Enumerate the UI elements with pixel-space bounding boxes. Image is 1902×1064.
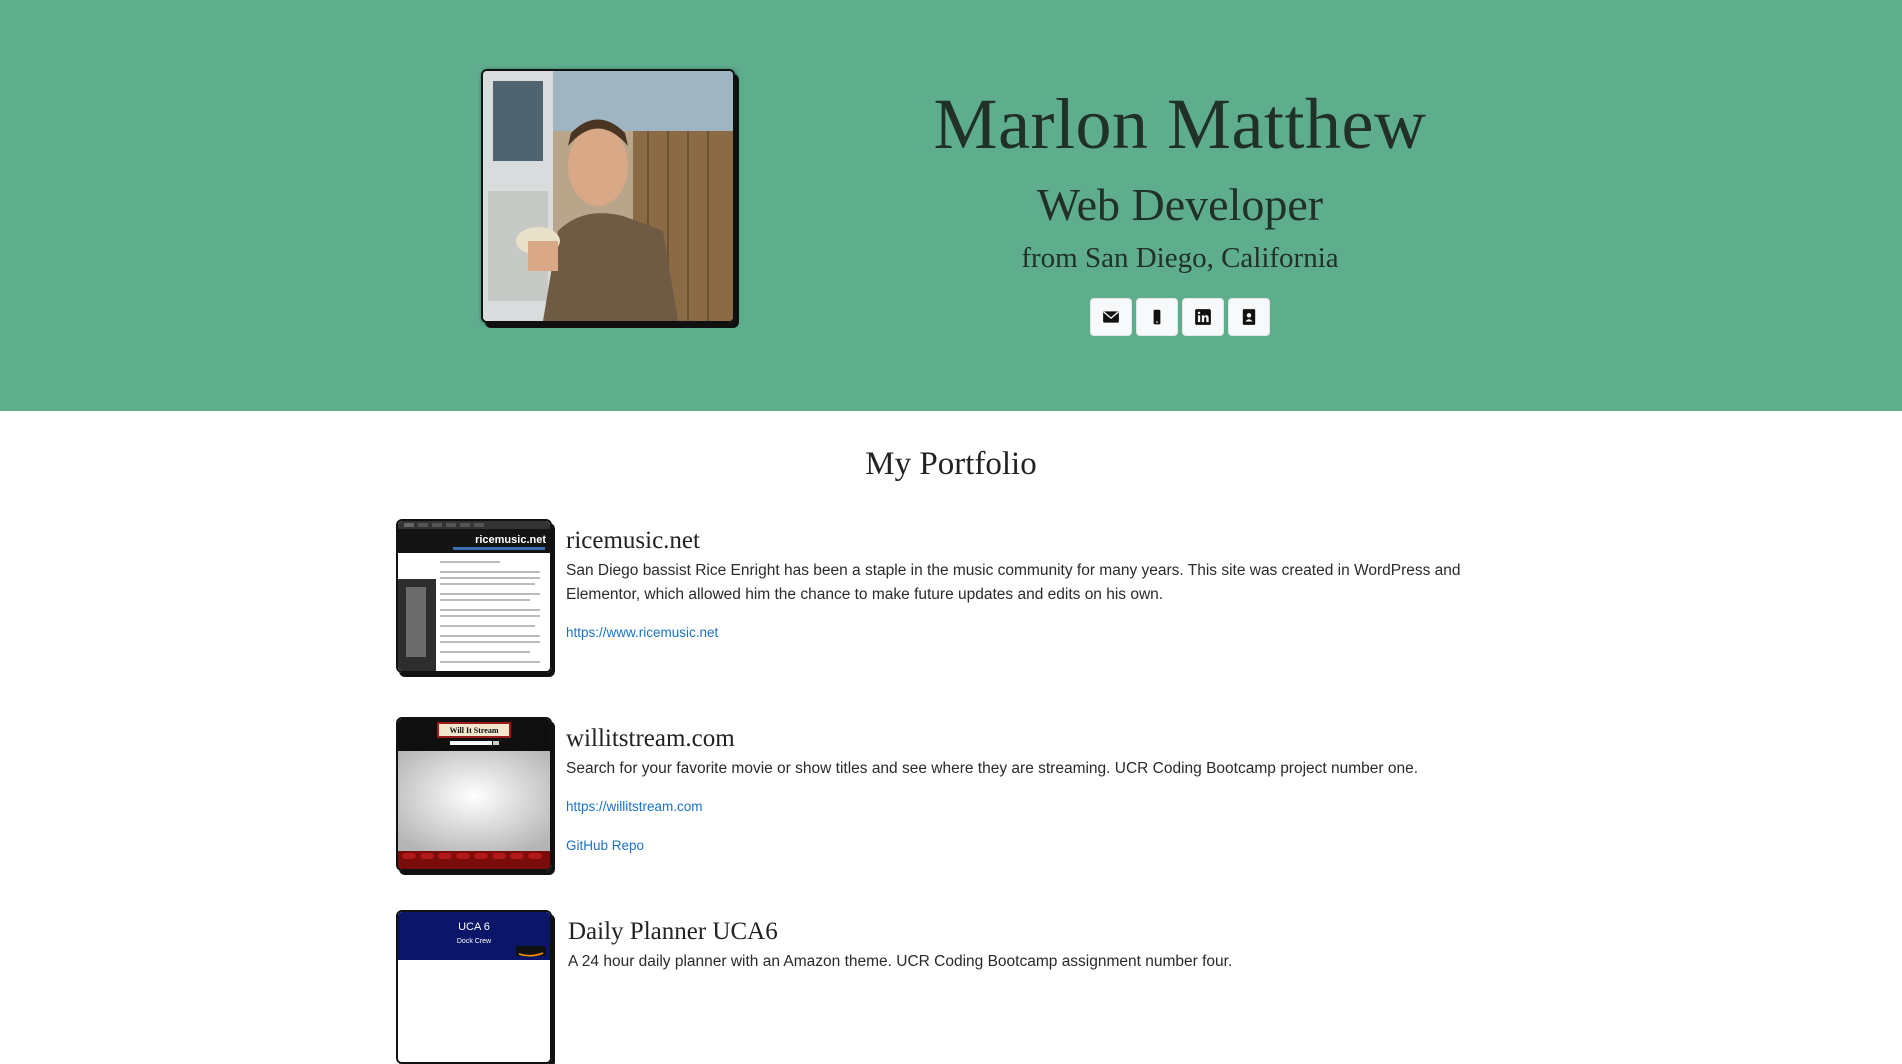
location: from San Diego, California (1021, 242, 1339, 274)
project-site-link[interactable]: https://www.ricemusic.net (566, 625, 1516, 640)
contact-buttons (880, 298, 1480, 336)
project-thumbnail[interactable]: UCA 6 Dock Crew (396, 910, 552, 1064)
project-details: willitstream.com Search for your favorit… (566, 717, 1516, 853)
project-description: San Diego bassist Rice Enright has been … (566, 562, 1461, 603)
project-title: willitstream.com (566, 725, 735, 752)
github-repo-link[interactable]: GitHub Repo (566, 838, 1516, 853)
hero-header: Marlon Matthew Web Developer from San Di… (0, 0, 1902, 411)
project-description: Search for your favorite movie or show t… (566, 760, 1419, 777)
mobile-phone-icon (1153, 309, 1161, 325)
thumbnail-caption: Will It Stream (449, 726, 498, 735)
project-title: Daily Planner UCA6 (568, 918, 778, 945)
thumbnail-caption: UCA 6 (458, 921, 490, 933)
contact-card-icon (1242, 309, 1256, 325)
project-thumbnail[interactable]: ricemusic.net (396, 519, 552, 673)
envelope-icon (1103, 311, 1119, 323)
project-title: ricemusic.net (566, 527, 700, 554)
linkedin-button[interactable] (1182, 298, 1224, 336)
project-description: A 24 hour daily planner with an Amazon t… (568, 953, 1233, 970)
project-thumbnail[interactable]: Will It Stream (396, 717, 552, 871)
hero-text: Marlon Matthew Web Developer from San Di… (880, 74, 1480, 336)
portfolio-heading: My Portfolio (865, 446, 1037, 482)
job-title: Web Developer (1036, 179, 1324, 230)
person-name: Marlon Matthew (933, 84, 1427, 164)
thumbnail-caption: ricemusic.net (475, 534, 546, 546)
email-button[interactable] (1090, 298, 1132, 336)
project-details: Daily Planner UCA6 A 24 hour daily plann… (568, 910, 1518, 974)
linkedin-icon (1195, 309, 1211, 325)
phone-button[interactable] (1136, 298, 1178, 336)
thumbnail-subcaption: Dock Crew (457, 938, 492, 945)
project-site-link[interactable]: https://willitstream.com (566, 799, 1516, 814)
profile-photo (481, 69, 735, 323)
project-details: ricemusic.net San Diego bassist Rice Enr… (566, 519, 1516, 640)
resume-button[interactable] (1228, 298, 1270, 336)
